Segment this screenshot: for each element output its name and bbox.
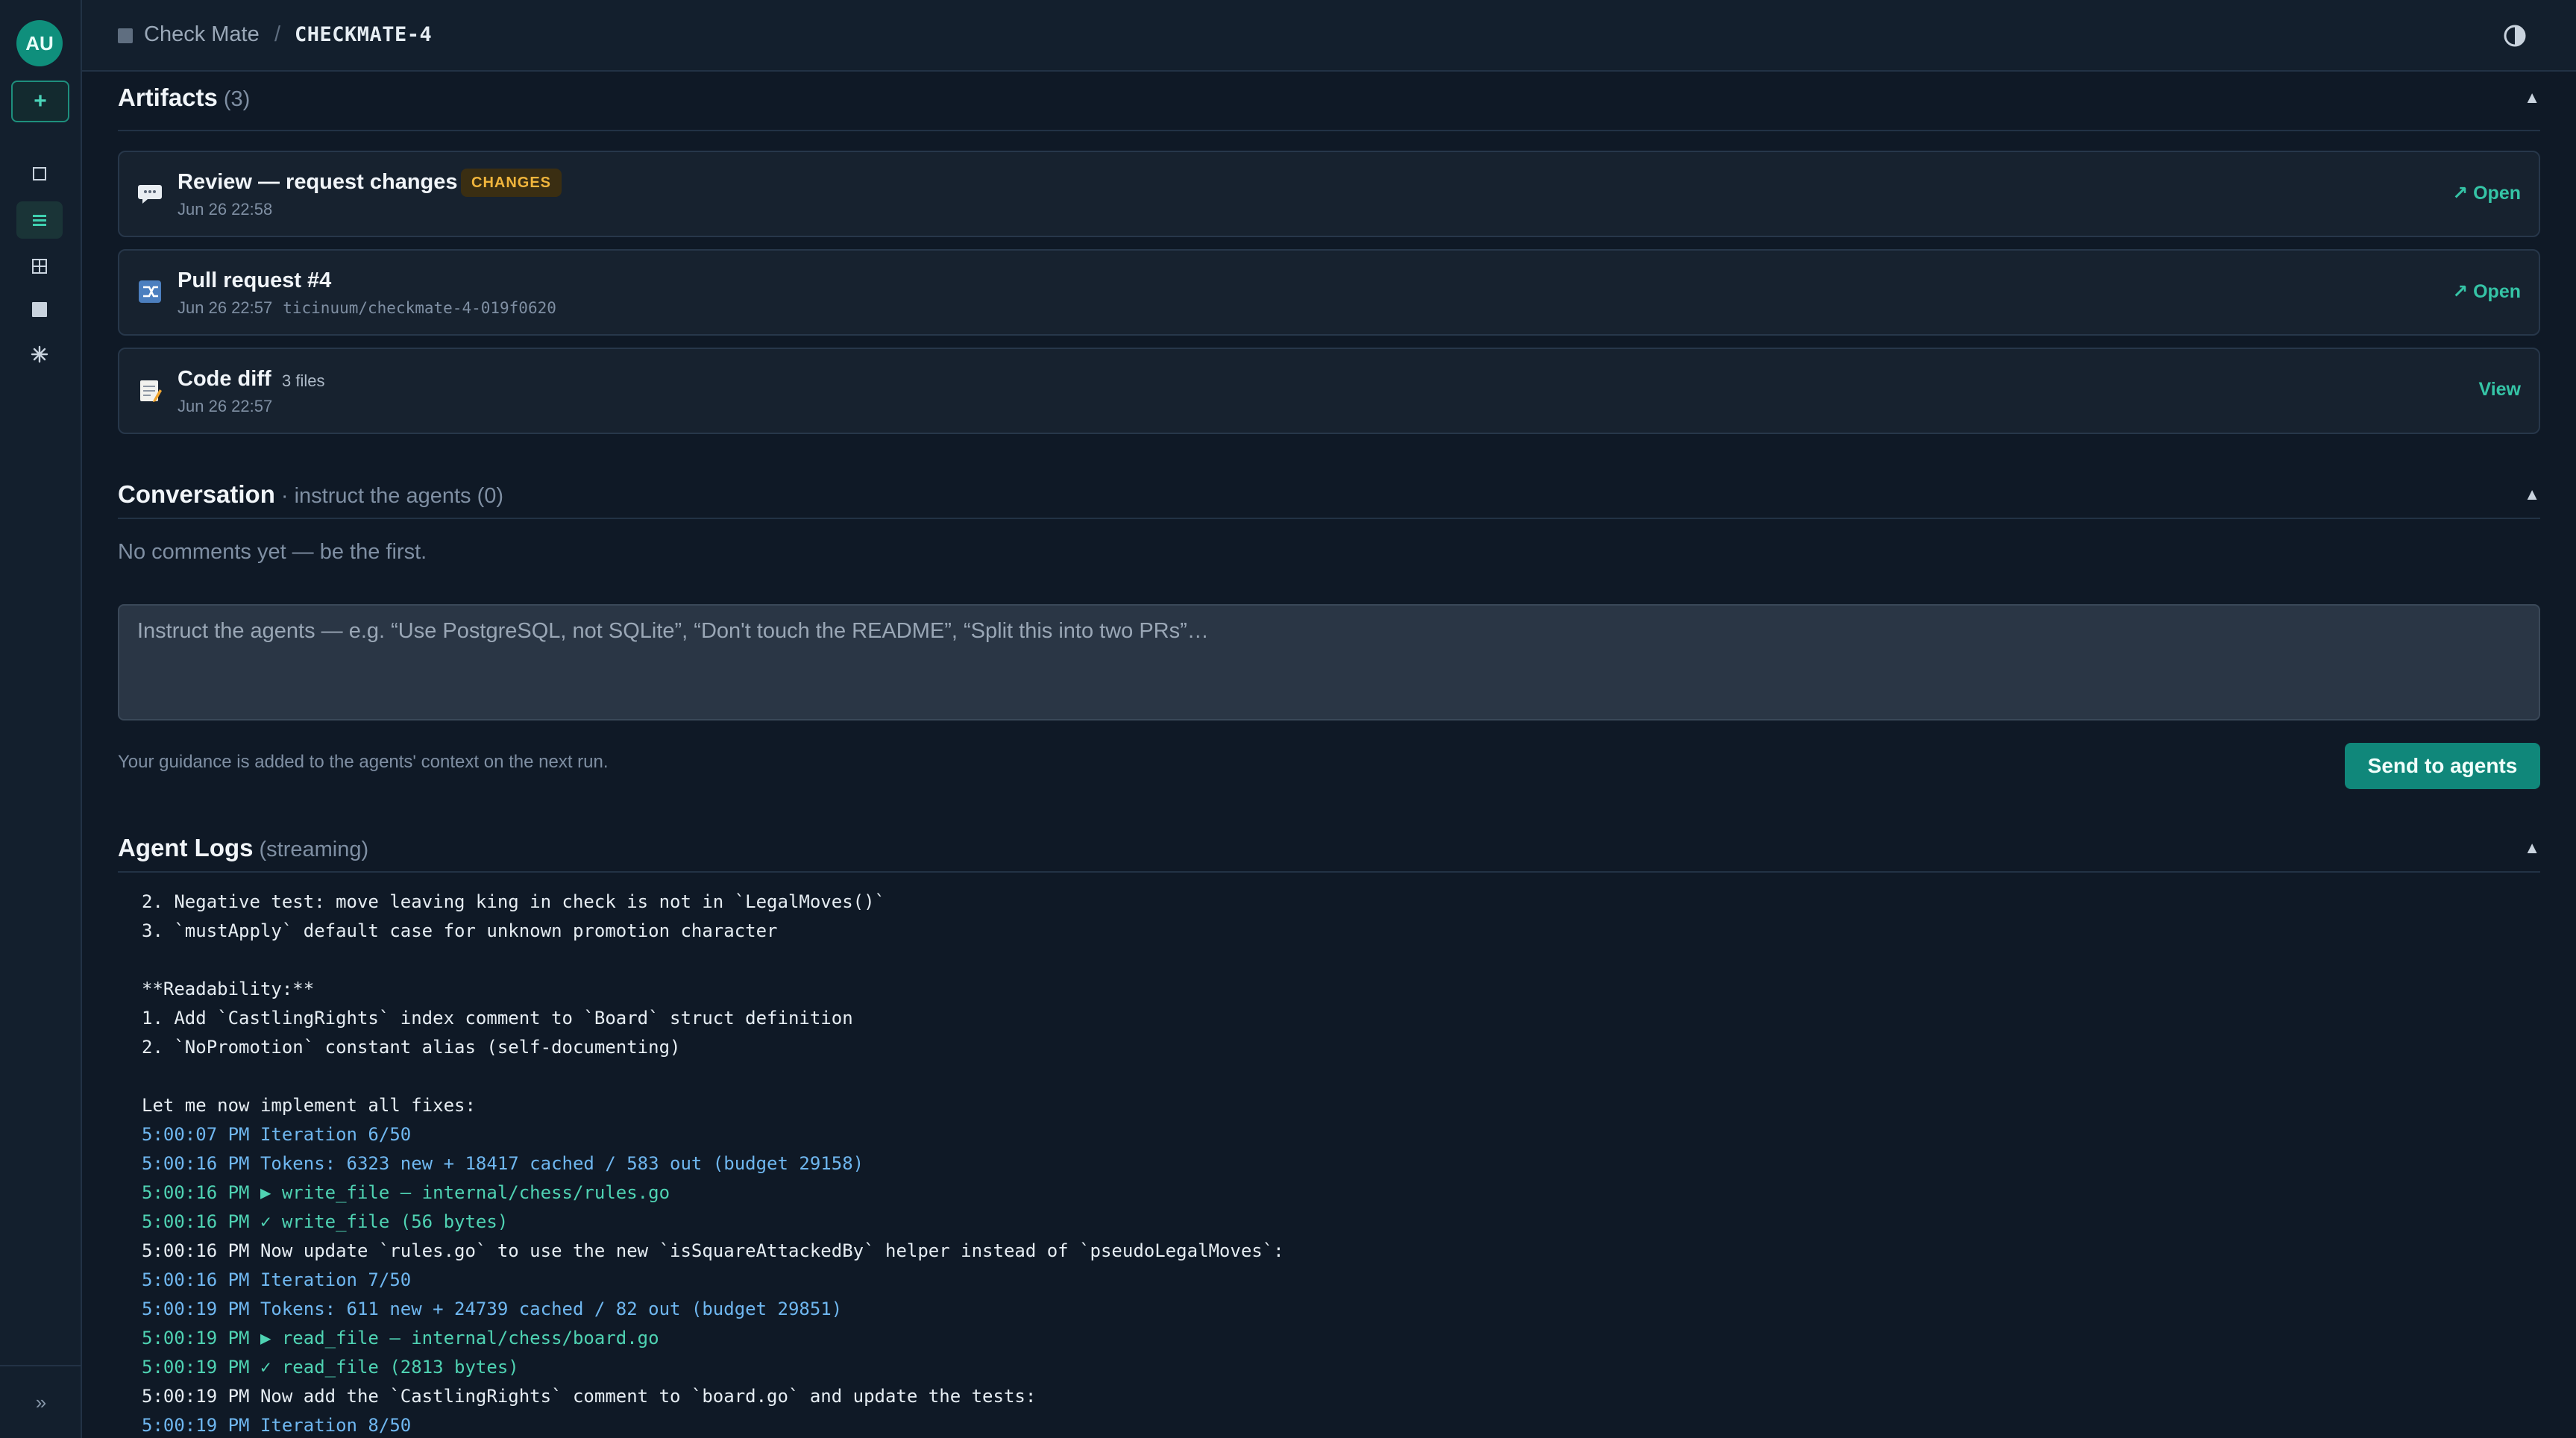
log-line: Let me now implement all fixes: bbox=[142, 1095, 476, 1116]
section-title: Agent Logs (streaming) bbox=[118, 834, 369, 861]
sidebar-item-documents[interactable] bbox=[16, 291, 63, 328]
project-icon bbox=[118, 28, 133, 43]
avatar[interactable]: AU bbox=[16, 20, 63, 66]
section-title: Artifacts (3) bbox=[118, 84, 251, 111]
artifact-review[interactable]: Review — request changes CHANGES Jun 26 … bbox=[118, 151, 2540, 237]
collapse-caret-icon[interactable]: ▲ bbox=[2524, 485, 2540, 504]
log-line: 5:00:16 PM Iteration 7/50 bbox=[142, 1269, 412, 1290]
artifact-date: Jun 26 22:58 bbox=[178, 200, 273, 219]
filled-square-icon bbox=[32, 302, 47, 317]
agent-logs-header[interactable]: Agent Logs (streaming) ▲ bbox=[118, 822, 2540, 873]
artifact-title: Review — request changes bbox=[178, 170, 458, 194]
section-title: Conversation · instruct the agents (0) bbox=[118, 480, 504, 508]
main-content: Artifacts (3) ▲ Review — request changes … bbox=[118, 72, 2540, 1438]
artifact-pull-request[interactable]: Pull request #4 Jun 26 22:57 ticinuum/che… bbox=[118, 249, 2540, 336]
log-line: 5:00:19 PM ▶ read_file — internal/chess/… bbox=[142, 1328, 659, 1348]
file-count: 3 files bbox=[282, 371, 325, 390]
sidebar-item-list[interactable] bbox=[16, 201, 63, 239]
artifact-code-diff[interactable]: Code diff 3 files Jun 26 22:57 View bbox=[118, 348, 2540, 434]
guidance-hint: Your guidance is added to the agents' co… bbox=[118, 752, 609, 772]
contrast-icon[interactable] bbox=[2501, 22, 2528, 49]
top-bar: Check Mate / CHECKMATE-4 bbox=[82, 0, 2576, 72]
log-line: 5:00:16 PM ▶ write_file — internal/chess… bbox=[142, 1182, 670, 1203]
log-line: 5:00:19 PM ✓ read_file (2813 bytes) bbox=[142, 1357, 519, 1378]
artifact-title: Pull request #4 bbox=[178, 269, 332, 292]
branch-name: ticinuum/checkmate-4-019f0620 bbox=[283, 299, 556, 317]
collapse-caret-icon[interactable]: ▲ bbox=[2524, 88, 2540, 107]
breadcrumb-project[interactable]: Check Mate bbox=[144, 22, 260, 47]
empty-comments-text: No comments yet — be the first. bbox=[118, 540, 427, 564]
instruction-input[interactable] bbox=[118, 604, 2540, 720]
log-line: 5:00:16 PM ✓ write_file (56 bytes) bbox=[142, 1211, 509, 1232]
new-item-button[interactable]: + bbox=[11, 81, 69, 122]
sidebar-item-ai[interactable] bbox=[16, 336, 63, 373]
sparkle-icon bbox=[31, 345, 48, 363]
breadcrumb-separator: / bbox=[274, 22, 281, 46]
artifacts-header[interactable]: Artifacts (3) ▲ bbox=[118, 72, 2540, 131]
comment-icon bbox=[138, 185, 162, 204]
grid-icon bbox=[32, 259, 47, 274]
sidebar: AU + » bbox=[0, 0, 82, 1438]
square-icon bbox=[33, 167, 46, 180]
open-link[interactable]: ↗ Open bbox=[2452, 280, 2521, 303]
sidebar-item-board[interactable] bbox=[16, 155, 63, 192]
send-to-agents-button[interactable]: Send to agents bbox=[2345, 743, 2540, 789]
conversation-subtitle: · instruct the agents (0) bbox=[280, 484, 504, 508]
log-line: 5:00:19 PM Iteration 8/50 bbox=[142, 1415, 412, 1436]
log-line: 5:00:16 PM Now update `rules.go` to use … bbox=[142, 1240, 1284, 1261]
artifact-date: Jun 26 22:57 bbox=[178, 397, 273, 415]
log-line: **Readability:** bbox=[142, 979, 315, 999]
status-badge: CHANGES bbox=[461, 169, 562, 197]
log-line: 3. `mustApply` default case for unknown … bbox=[142, 920, 778, 941]
log-line: 2. `NoPromotion` constant alias (self-do… bbox=[142, 1037, 681, 1058]
artifact-title: Code diff bbox=[178, 367, 271, 391]
artifacts-count: (3) bbox=[223, 87, 251, 111]
list-icon bbox=[33, 215, 46, 226]
log-line: 5:00:07 PM Iteration 6/50 bbox=[142, 1124, 412, 1145]
breadcrumb-issue: CHECKMATE-4 bbox=[295, 23, 433, 46]
collapse-caret-icon[interactable]: ▲ bbox=[2524, 838, 2540, 858]
expand-sidebar-button[interactable]: » bbox=[0, 1365, 82, 1438]
pull-request-icon bbox=[139, 280, 161, 303]
open-link[interactable]: ↗ Open bbox=[2452, 182, 2521, 204]
log-line: 5:00:19 PM Now add the `CastlingRights` … bbox=[142, 1386, 1037, 1407]
app: AU + » Check Mate / CHECKMATE-4 Artifact… bbox=[0, 0, 2576, 1438]
log-line: 5:00:16 PM Tokens: 6323 new + 18417 cach… bbox=[142, 1153, 864, 1174]
view-link[interactable]: View bbox=[2478, 379, 2521, 401]
log-line: 2. Negative test: move leaving king in c… bbox=[142, 891, 885, 912]
log-line: 5:00:19 PM Tokens: 611 new + 24739 cache… bbox=[142, 1299, 843, 1319]
sidebar-item-grid[interactable] bbox=[16, 248, 63, 285]
conversation-header[interactable]: Conversation · instruct the agents (0) ▲ bbox=[118, 468, 2540, 519]
memo-icon bbox=[140, 380, 162, 402]
logs-status: (streaming) bbox=[259, 838, 369, 861]
log-line: 1. Add `CastlingRights` index comment to… bbox=[142, 1008, 853, 1029]
agent-log-output[interactable]: 2. Negative test: move leaving king in c… bbox=[142, 888, 2528, 1438]
artifact-meta: Jun 26 22:57 ticinuum/checkmate-4-019f062… bbox=[178, 298, 556, 317]
